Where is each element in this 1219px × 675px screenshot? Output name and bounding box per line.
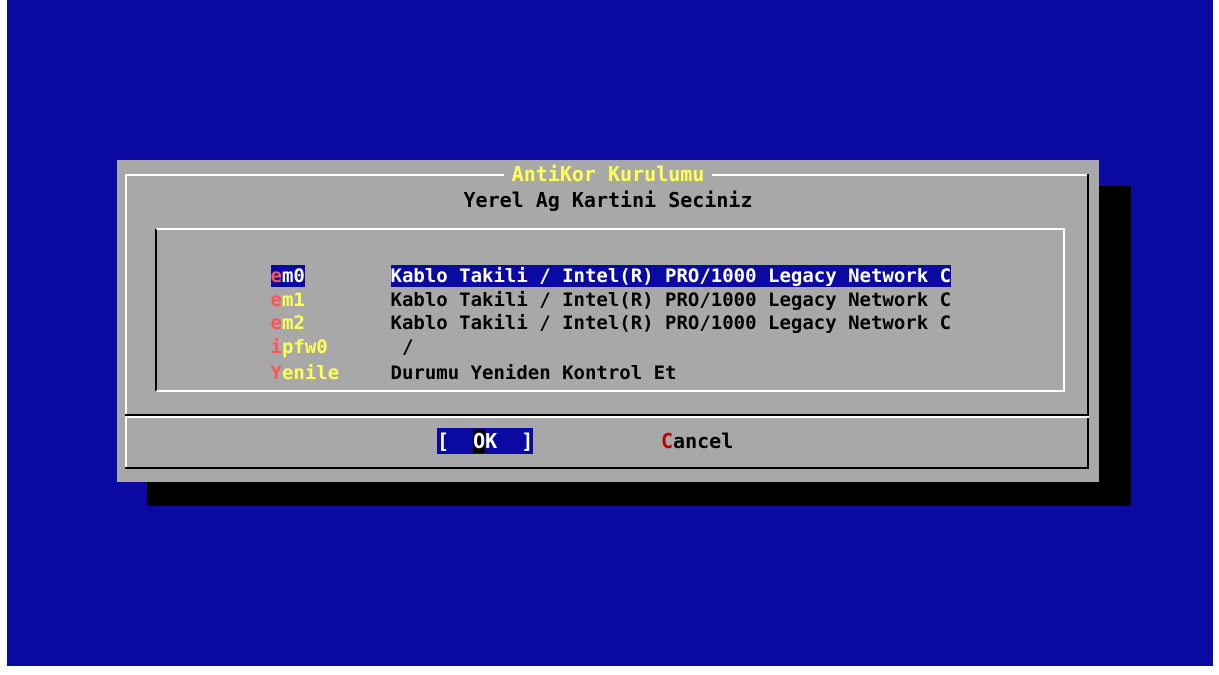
dialog-frame-right xyxy=(1087,174,1089,468)
list-item-description: Kablo Takili / Intel(R) PRO/1000 Legacy … xyxy=(390,312,952,334)
list-item-yenile[interactable]: Yenile Durumu Yeniden Kontrol Et xyxy=(179,337,677,384)
ok-button[interactable]: [ OK ] xyxy=(437,428,534,454)
dialog-title: AntiKor Kurulumu xyxy=(503,162,713,186)
list-item-em1[interactable]: em1 Kablo Takili / Intel(R) PRO/1000 Lega… xyxy=(179,264,952,311)
list-item-em0[interactable]: em0 Kablo Takili / Intel(R) PRO/1000 Lega… xyxy=(179,240,952,287)
list-item-description: Durumu Yeniden Kontrol Et xyxy=(390,362,677,384)
list-item-tag: Yenile xyxy=(270,362,340,384)
list-item-ipfw0[interactable]: ipfw0 / xyxy=(179,311,414,358)
list-item-em2[interactable]: em2 Kablo Takili / Intel(R) PRO/1000 Lega… xyxy=(179,287,952,334)
button-separator-highlight xyxy=(125,416,1089,418)
dialog-title-bar: AntiKor Kurulumu xyxy=(117,162,1099,186)
dialog-frame-bottom xyxy=(125,467,1089,469)
dialog-frame-left xyxy=(125,174,127,468)
setup-dialog: AntiKor Kurulumu Yerel Ag Kartini Secini… xyxy=(117,160,1099,482)
nic-list: em0 Kablo Takili / Intel(R) PRO/1000 Lega… xyxy=(155,228,1065,392)
terminal-screen: AntiKor Kurulumu Yerel Ag Kartini Secini… xyxy=(7,0,1213,666)
dialog-prompt: Yerel Ag Kartini Seciniz xyxy=(463,188,753,212)
cancel-button[interactable]: Cancel xyxy=(661,428,733,454)
